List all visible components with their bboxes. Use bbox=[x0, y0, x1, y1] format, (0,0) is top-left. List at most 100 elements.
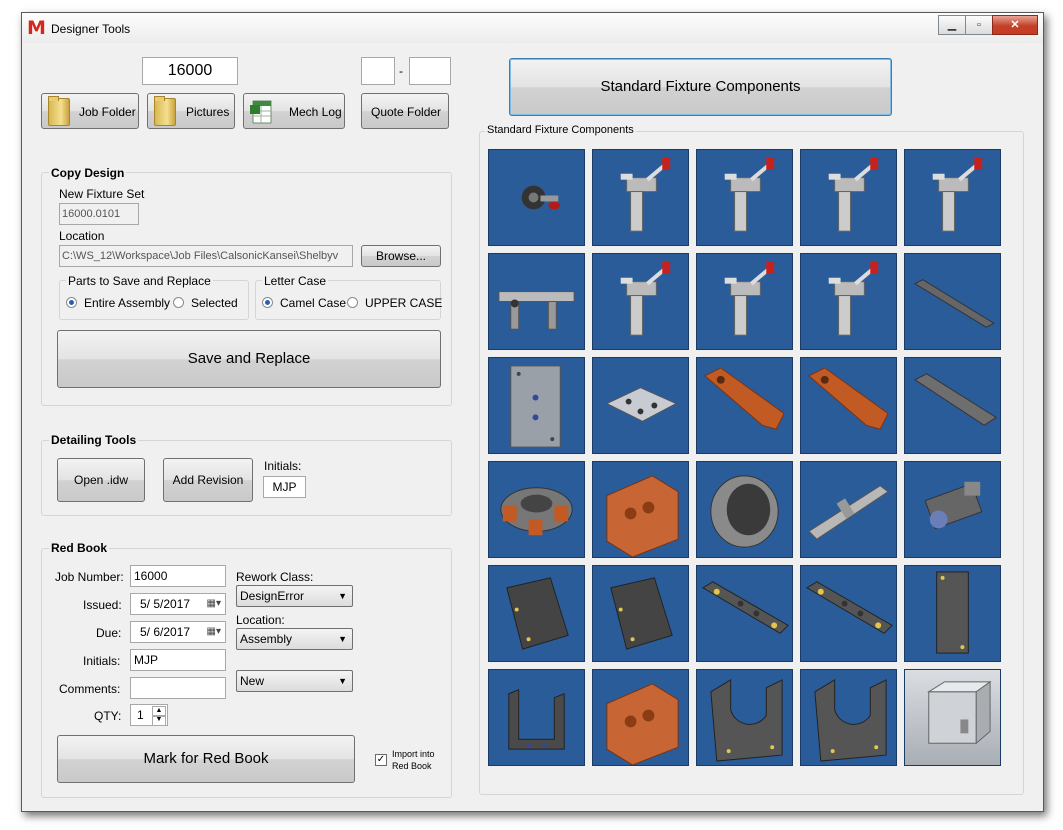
location-field[interactable]: C:\WS_12\Workspace\Job Files\CalsonicKan… bbox=[59, 245, 353, 267]
component-tile-29[interactable] bbox=[800, 669, 897, 766]
save-and-replace-button[interactable]: Save and Replace bbox=[57, 330, 441, 388]
detailing-initials-label: Initials: bbox=[264, 459, 302, 473]
job-folder-button[interactable]: Job Folder bbox=[41, 93, 139, 129]
component-tile-22[interactable] bbox=[592, 565, 689, 662]
component-tile-10[interactable] bbox=[904, 253, 1001, 350]
component-tile-11[interactable] bbox=[488, 357, 585, 454]
job-number-field[interactable]: 16000 bbox=[142, 57, 238, 85]
qty-label: QTY: bbox=[94, 709, 122, 723]
qty-stepper[interactable]: 1 ▲ ▼ bbox=[130, 704, 168, 726]
component-tile-9[interactable] bbox=[800, 253, 897, 350]
window-title: Designer Tools bbox=[51, 22, 131, 36]
designer-tools-window: M Designer Tools ▁ ▫ ✕ 16000 - Job Folde… bbox=[21, 12, 1044, 812]
slide-clamp-icon bbox=[498, 291, 575, 330]
actuator-icon bbox=[924, 481, 983, 530]
upper-case-radio[interactable] bbox=[347, 297, 358, 308]
component-tile-15[interactable] bbox=[904, 357, 1001, 454]
maximize-button[interactable]: ▫ bbox=[965, 15, 993, 35]
selected-label: Selected bbox=[191, 296, 238, 310]
steel-plate-icon bbox=[610, 577, 673, 650]
issued-date-field[interactable]: 5/ 5/2017 ▦▾ bbox=[130, 593, 226, 615]
entire-assembly-label: Entire Assembly bbox=[84, 296, 171, 310]
standard-fixture-components-button[interactable]: Standard Fixture Components bbox=[509, 58, 892, 116]
entire-assembly-radio[interactable] bbox=[66, 297, 77, 308]
window-controls: ▁ ▫ ✕ bbox=[938, 15, 1038, 35]
detailing-initials-field[interactable]: MJP bbox=[263, 476, 306, 498]
flat-plate-icon bbox=[936, 571, 969, 654]
component-tile-26[interactable] bbox=[488, 669, 585, 766]
due-date-field[interactable]: 5/ 6/2017 ▦▾ bbox=[130, 621, 226, 643]
spreadsheet-icon bbox=[250, 100, 272, 124]
parts-title: Parts to Save and Replace bbox=[66, 274, 213, 288]
component-tile-21[interactable] bbox=[488, 565, 585, 662]
component-tile-3[interactable] bbox=[696, 149, 793, 246]
add-revision-button[interactable]: Add Revision bbox=[163, 458, 253, 502]
component-tile-17[interactable] bbox=[592, 461, 689, 558]
component-tile-14[interactable] bbox=[800, 357, 897, 454]
component-tile-25[interactable] bbox=[904, 565, 1001, 662]
red-book-initials-field[interactable]: MJP bbox=[130, 649, 226, 671]
comments-field[interactable] bbox=[130, 677, 226, 699]
issued-date-value: 5/ 5/2017 bbox=[140, 597, 191, 611]
red-book-job-number-field[interactable]: 16000 bbox=[130, 565, 226, 587]
component-tile-4[interactable] bbox=[800, 149, 897, 246]
u-bracket-icon bbox=[508, 689, 565, 750]
import-into-red-book-checkbox[interactable]: ✓ bbox=[375, 754, 387, 766]
folder-icon bbox=[48, 96, 70, 126]
component-tile-19[interactable] bbox=[800, 461, 897, 558]
calendar-dropdown-icon[interactable]: ▦▾ bbox=[207, 622, 221, 642]
component-tile-23[interactable] bbox=[696, 565, 793, 662]
steel-bar-icon bbox=[913, 373, 997, 426]
qty-value: 1 bbox=[137, 708, 144, 722]
component-tile-1[interactable] bbox=[488, 149, 585, 246]
copper-block-icon bbox=[606, 683, 679, 765]
rework-class-select[interactable]: DesignError ▼ bbox=[236, 585, 353, 607]
component-tile-8[interactable] bbox=[696, 253, 793, 350]
pictures-button[interactable]: Pictures bbox=[147, 93, 235, 129]
component-tile-18[interactable] bbox=[696, 461, 793, 558]
rail-bar-icon bbox=[913, 279, 996, 328]
status-select[interactable]: New ▼ bbox=[236, 670, 353, 692]
component-tile-7[interactable] bbox=[592, 253, 689, 350]
component-tile-30[interactable] bbox=[904, 669, 1001, 766]
calendar-dropdown-icon[interactable]: ▦▾ bbox=[207, 594, 221, 614]
quote-folder-button[interactable]: Quote Folder bbox=[361, 93, 449, 129]
mark-for-red-book-button[interactable]: Mark for Red Book bbox=[57, 735, 355, 783]
issued-label: Issued: bbox=[83, 598, 122, 612]
browse-button[interactable]: Browse... bbox=[361, 245, 441, 267]
component-tile-24[interactable] bbox=[800, 565, 897, 662]
component-tile-12[interactable] bbox=[592, 357, 689, 454]
range-from-field[interactable] bbox=[361, 57, 395, 85]
component-tile-16[interactable] bbox=[488, 461, 585, 558]
selected-radio[interactable] bbox=[173, 297, 184, 308]
comments-label: Comments: bbox=[59, 682, 121, 696]
component-tile-5[interactable] bbox=[904, 149, 1001, 246]
copper-arm-icon bbox=[808, 367, 889, 430]
component-tile-6[interactable] bbox=[488, 253, 585, 350]
hole-bar-icon bbox=[805, 581, 893, 634]
locator-plate-icon bbox=[605, 387, 678, 422]
component-tile-20[interactable] bbox=[904, 461, 1001, 558]
due-label: Due: bbox=[96, 626, 122, 640]
minimize-button[interactable]: ▁ bbox=[938, 15, 966, 35]
chevron-down-icon[interactable]: ▼ bbox=[152, 715, 166, 726]
location-select[interactable]: Assembly ▼ bbox=[236, 628, 353, 650]
open-idw-button[interactable]: Open .idw bbox=[57, 458, 145, 502]
bushing-icon bbox=[710, 475, 779, 548]
component-tile-28[interactable] bbox=[696, 669, 793, 766]
mech-log-button[interactable]: Mech Log bbox=[243, 93, 345, 129]
job-folder-label: Job Folder bbox=[79, 105, 136, 119]
range-to-field[interactable] bbox=[409, 57, 451, 85]
chevron-down-icon: ▼ bbox=[338, 634, 347, 644]
new-fixture-field[interactable]: 16000.0101 bbox=[59, 203, 139, 225]
camel-case-radio[interactable] bbox=[262, 297, 273, 308]
due-date-value: 5/ 6/2017 bbox=[140, 625, 191, 639]
knob-icon bbox=[521, 185, 561, 210]
component-tile-13[interactable] bbox=[696, 357, 793, 454]
component-tile-27[interactable] bbox=[592, 669, 689, 766]
component-tile-2[interactable] bbox=[592, 149, 689, 246]
toggle-clamp-icon bbox=[828, 261, 879, 336]
toggle-clamp-icon bbox=[724, 157, 775, 232]
close-button[interactable]: ✕ bbox=[992, 15, 1038, 35]
red-book-initials-label: Initials: bbox=[83, 654, 121, 668]
